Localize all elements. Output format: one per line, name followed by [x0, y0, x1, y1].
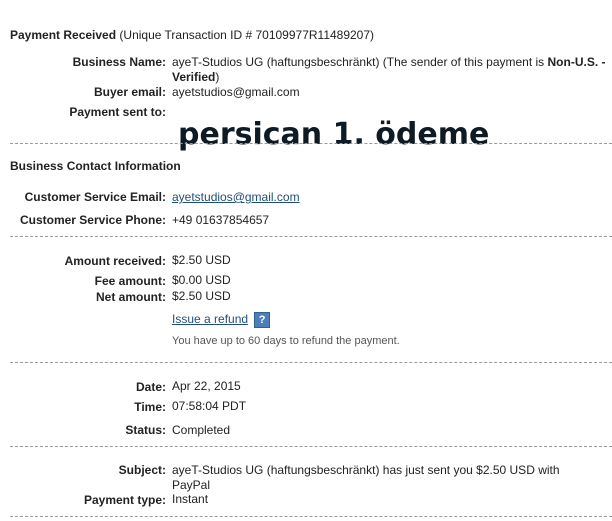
cs-email-value: ayetstudios@gmail.com: [172, 190, 300, 204]
payment-type-label: Payment type:: [83, 493, 166, 507]
section-divider: [10, 236, 612, 237]
amount-received-label: Amount received:: [64, 254, 166, 268]
net-amount-label: Net amount:: [96, 290, 166, 304]
cs-email-label: Customer Service Email:: [24, 190, 166, 204]
refund-note: You have up to 60 days to refund the pay…: [172, 335, 400, 347]
time-value: 07:58:04 PDT: [172, 399, 247, 413]
date-value: Apr 22, 2015: [172, 379, 241, 393]
payment-sent-to-label: Payment sent to:: [69, 105, 166, 119]
cs-phone-label: Customer Service Phone:: [19, 213, 166, 227]
overlay-caption: persican 1. ödeme: [178, 117, 490, 152]
transaction-id: (Unique Transaction ID # 70109977R114892…: [119, 28, 375, 42]
page-title: Payment Received (Unique Transaction ID …: [10, 28, 374, 42]
fee-amount-label: Fee amount:: [94, 274, 166, 288]
payment-type-value: Instant: [172, 492, 209, 506]
time-label: Time:: [134, 400, 166, 414]
date-label: Date:: [135, 380, 166, 394]
net-amount-value: $2.50 USD: [172, 289, 231, 303]
business-name-suffix: ): [215, 70, 220, 84]
subject-value: ayeT-Studios UG (haftungsbeschränkt) has…: [172, 463, 560, 492]
cs-email-link[interactable]: ayetstudios@gmail.com: [172, 190, 300, 204]
section-divider: [10, 516, 612, 517]
amount-received-value: $2.50 USD: [172, 253, 231, 267]
issue-refund-link[interactable]: Issue a refund: [172, 312, 248, 326]
buyer-email-value: ayetstudios@gmail.com: [172, 85, 300, 99]
buyer-email-label: Buyer email:: [93, 85, 166, 99]
business-name-label: Business Name:: [72, 55, 166, 69]
section-divider: [10, 362, 612, 363]
status-label: Status:: [125, 423, 166, 437]
payment-received-title: Payment Received: [10, 28, 117, 42]
status-value: Completed: [172, 423, 231, 437]
subject-label: Subject:: [118, 463, 166, 477]
business-name-text: ayeT-Studios UG (haftungsbeschränkt) (Th…: [172, 55, 548, 69]
fee-amount-value: $0.00 USD: [172, 273, 231, 287]
section-divider: [10, 143, 612, 144]
refund-row: Issue a refund?: [172, 312, 271, 328]
help-icon[interactable]: ?: [254, 312, 271, 328]
section-divider: [10, 446, 612, 447]
business-name-value: ayeT-Studios UG (haftungsbeschränkt) (Th…: [172, 55, 612, 85]
cs-phone-value: +49 01637854657: [172, 213, 270, 227]
contact-info-heading: Business Contact Information: [10, 159, 181, 173]
